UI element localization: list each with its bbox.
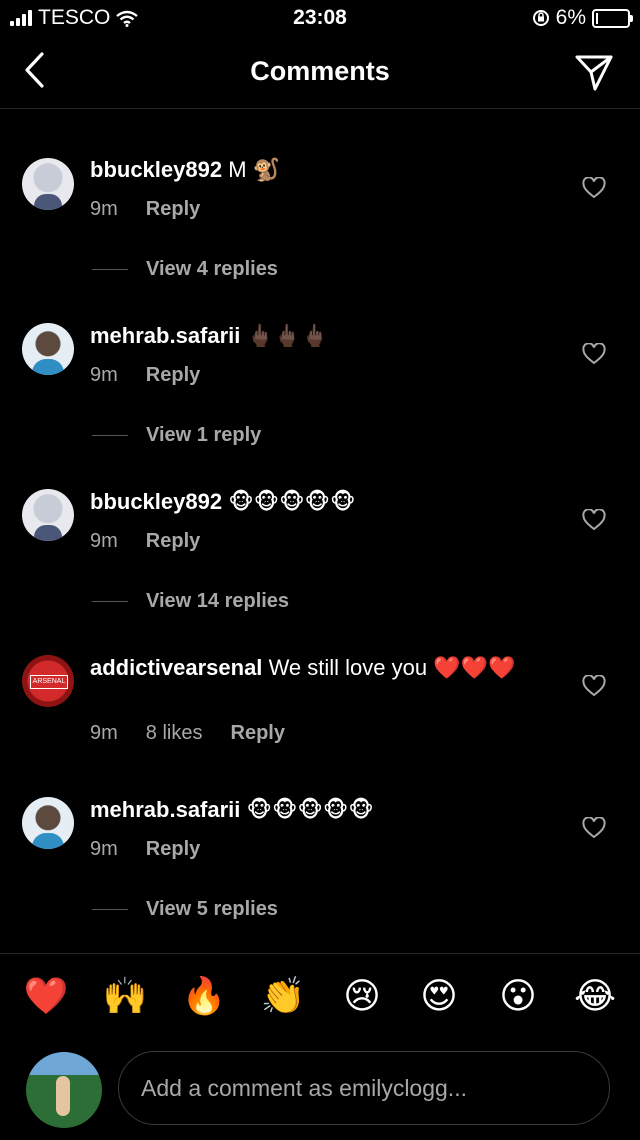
view-replies-button[interactable]: View 14 replies — [92, 590, 289, 613]
comment-text: mehrab.safarii 🖕🏿🖕🏿🖕🏿 — [90, 321, 540, 351]
heart-icon[interactable] — [582, 343, 606, 365]
divider — [0, 953, 640, 954]
comment-time: 9m — [90, 530, 118, 552]
view-replies-button[interactable]: View 5 replies — [92, 898, 278, 921]
direct-send-icon[interactable] — [574, 52, 614, 92]
heart-eyes-emoji-button[interactable]: 😍 — [415, 972, 463, 1020]
comment-username[interactable]: mehrab.safarii — [90, 323, 240, 348]
avatar[interactable]: ARSENAL — [22, 655, 74, 707]
heart-emoji-button[interactable]: ❤️ — [22, 972, 70, 1020]
battery-percent: 6% — [555, 6, 586, 29]
reply-button[interactable]: Reply — [146, 198, 200, 221]
comment-username[interactable]: addictivearsenal — [90, 655, 262, 680]
reply-button[interactable]: Reply — [231, 722, 285, 745]
clapping-emoji-button[interactable]: 👏 — [259, 972, 307, 1020]
replies-line — [92, 601, 128, 602]
comment-text: bbuckley892 🐵🐵🐵🐵🐵 — [90, 487, 540, 517]
reply-button[interactable]: Reply — [146, 530, 200, 553]
fire-emoji-button[interactable]: 🔥 — [180, 972, 228, 1020]
comment-meta: 9m Reply — [90, 198, 200, 221]
page-title: Comments — [250, 56, 390, 86]
comment-meta: 9m Reply — [90, 364, 200, 387]
view-replies-label: View 1 reply — [146, 424, 262, 446]
status-bar: TESCO 23:08 6% — [0, 0, 640, 36]
comment-time: 9m — [90, 198, 118, 220]
comment-meta: 9m 8 likes Reply — [90, 722, 285, 745]
comment-text: mehrab.safarii 🐵🐵🐵🐵🐵 — [90, 795, 540, 825]
avatar[interactable] — [22, 489, 74, 541]
comment-time: 9m — [90, 364, 118, 386]
avatar[interactable] — [22, 158, 74, 210]
crying-emoji-button[interactable]: 😢 — [338, 972, 386, 1020]
reply-button[interactable]: Reply — [146, 364, 200, 387]
view-replies-label: View 4 replies — [146, 258, 278, 280]
replies-line — [92, 435, 128, 436]
header: Comments — [0, 36, 640, 109]
comment-body: 🐵🐵🐵🐵🐵 — [246, 797, 374, 822]
view-replies-button[interactable]: View 1 reply — [92, 424, 261, 447]
battery-icon — [592, 8, 633, 28]
comment-username[interactable]: bbuckley892 — [90, 157, 222, 182]
view-replies-label: View 5 replies — [146, 898, 278, 920]
quick-reactions-bar: ❤️ 🙌 🔥 👏 😢 😍 😮 😂 — [0, 972, 640, 1026]
comment-time: 9m — [90, 722, 118, 744]
orientation-lock-icon — [532, 10, 549, 26]
comment-username[interactable]: mehrab.safarii — [90, 797, 240, 822]
status-right: 6% — [532, 6, 633, 30]
comment-body: We still love you ❤️❤️❤️ — [268, 655, 516, 680]
current-user-avatar — [26, 1052, 102, 1128]
comment-meta: 9m Reply — [90, 838, 200, 861]
surprised-emoji-button[interactable]: 😮 — [494, 972, 542, 1020]
view-replies-label: View 14 replies — [146, 590, 290, 612]
club-crest-text: ARSENAL — [30, 675, 68, 689]
raising-hands-emoji-button[interactable]: 🙌 — [101, 972, 149, 1020]
heart-icon[interactable] — [582, 509, 606, 531]
heart-icon[interactable] — [582, 177, 606, 199]
comment-text: addictivearsenal We still love you ❤️❤️❤… — [90, 653, 540, 683]
comment-username[interactable]: bbuckley892 — [90, 489, 222, 514]
avatar[interactable] — [22, 797, 74, 849]
comment-input[interactable] — [118, 1051, 610, 1125]
laughing-emoji-button[interactable]: 😂 — [571, 972, 619, 1020]
comment-text: bbuckley892 M 🐒 — [90, 155, 540, 185]
comment-meta: 9m Reply — [90, 530, 200, 553]
reply-button[interactable]: Reply — [146, 838, 200, 861]
heart-icon[interactable] — [582, 817, 606, 839]
heart-icon[interactable] — [582, 675, 606, 697]
replies-line — [92, 269, 128, 270]
comment-body: 🐵🐵🐵🐵🐵 — [228, 489, 356, 514]
avatar[interactable] — [22, 323, 74, 375]
comment-body: M 🐒 — [228, 157, 281, 182]
likes-count[interactable]: 8 likes — [146, 722, 203, 745]
view-replies-button[interactable]: View 4 replies — [92, 258, 278, 281]
comment-time: 9m — [90, 838, 118, 860]
replies-line — [92, 909, 128, 910]
comment-body: 🖕🏿🖕🏿🖕🏿 — [246, 323, 329, 348]
